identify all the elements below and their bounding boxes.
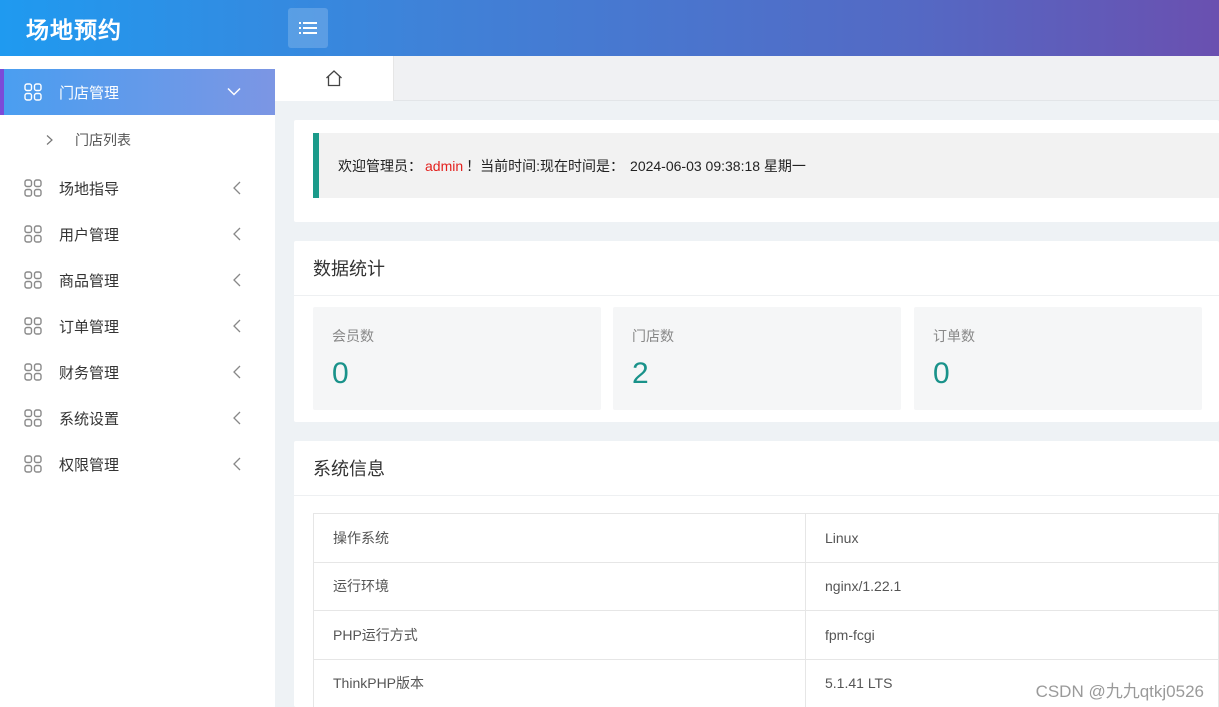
stats-card: 数据统计 会员数 0 门店数 2 订单数 0 [294,241,1219,422]
sidebar-subitem-store-list[interactable]: 门店列表 [0,115,275,165]
sidebar-item-label: 用户管理 [59,226,120,244]
watermark: CSDN @九九qtkj0526 [1035,682,1204,701]
table-cell-value: fpm-fcgi [805,610,1219,660]
sidebar-item-store-management[interactable]: 门店管理 [0,69,275,115]
grid-icon [24,317,42,335]
system-info-title: 系统信息 [313,459,385,479]
stat-label: 门店数 [632,328,674,344]
chevron-left-icon [233,227,241,241]
grid-icon [24,409,42,427]
stat-order-count: 订单数 0 [914,307,1202,410]
stats-title: 数据统计 [313,259,385,279]
grid-icon [24,83,42,101]
welcome-prefix: 欢迎管理员： [338,157,422,174]
list-icon [299,22,317,34]
table-row: 运行环境 nginx/1.22.1 [313,561,1219,611]
divider [294,495,1219,496]
grid-icon [24,225,42,243]
chevron-left-icon [233,319,241,333]
chevron-left-icon [233,411,241,425]
sidebar-item-venue-guide[interactable]: 场地指导 [0,165,275,211]
menu-toggle-button[interactable] [288,8,328,48]
sidebar-item-label: 场地指导 [59,180,120,198]
welcome-card: 欢迎管理员： admin ！当前时间:现在时间是： 2024-06-03 09:… [294,120,1219,222]
top-header: 场地预约 [0,0,1219,56]
admin-username: admin [425,157,464,174]
stat-label: 订单数 [933,328,975,344]
stat-value: 2 [632,357,649,390]
sidebar-item-finance-management[interactable]: 财务管理 [0,349,275,395]
chevron-left-icon [233,457,241,471]
grid-icon [24,363,42,381]
sidebar-item-order-management[interactable]: 订单管理 [0,303,275,349]
chevron-left-icon [233,365,241,379]
table-cell-value: Linux [805,513,1219,563]
table-cell-value: nginx/1.22.1 [805,561,1219,611]
welcome-time-label: ！当前时间:现在时间是： [466,157,625,174]
welcome-message: 欢迎管理员： admin ！当前时间:现在时间是： 2024-06-03 09:… [313,133,1219,198]
table-row: PHP运行方式 fpm-fcgi [313,610,1219,660]
stat-label: 会员数 [332,328,374,344]
table-row: 操作系统 Linux [313,513,1219,563]
table-cell-key: ThinkPHP版本 [313,658,806,707]
table-cell-key: 运行环境 [313,561,806,611]
stat-store-count: 门店数 2 [613,307,901,410]
tab-bar [275,56,1219,101]
table-cell-key: 操作系统 [313,513,806,563]
table-cell-key: PHP运行方式 [313,610,806,660]
app-title: 场地预约 [26,17,122,43]
grid-icon [24,179,42,197]
sidebar-item-product-management[interactable]: 商品管理 [0,257,275,303]
chevron-right-icon [46,135,53,145]
sidebar-item-label: 财务管理 [59,364,120,382]
sidebar-subitem-label: 门店列表 [75,132,131,148]
sidebar: 门店管理 门店列表 场地指导 用户管理 商品管理 订单管理 财务管理 系统设置 … [0,56,275,707]
grid-icon [24,455,42,473]
sidebar-item-user-management[interactable]: 用户管理 [0,211,275,257]
stat-value: 0 [933,357,950,390]
chevron-down-icon [227,87,241,96]
sidebar-item-label: 商品管理 [59,272,120,290]
home-icon [326,70,342,87]
chevron-left-icon [233,273,241,287]
stat-member-count: 会员数 0 [313,307,601,410]
sidebar-item-label: 门店管理 [59,84,120,102]
tab-home[interactable] [275,56,394,101]
sidebar-item-system-settings[interactable]: 系统设置 [0,395,275,441]
sidebar-item-label: 订单管理 [59,318,120,336]
current-datetime: 2024-06-03 09:38:18 星期一 [630,157,806,174]
stat-value: 0 [332,357,349,390]
chevron-left-icon [233,181,241,195]
system-info-card: 系统信息 操作系统 Linux 运行环境 nginx/1.22.1 PHP运行方… [294,441,1219,707]
sidebar-item-permission-management[interactable]: 权限管理 [0,441,275,487]
grid-icon [24,271,42,289]
sidebar-item-label: 权限管理 [59,456,120,474]
divider [294,295,1219,296]
sidebar-item-label: 系统设置 [59,410,120,428]
